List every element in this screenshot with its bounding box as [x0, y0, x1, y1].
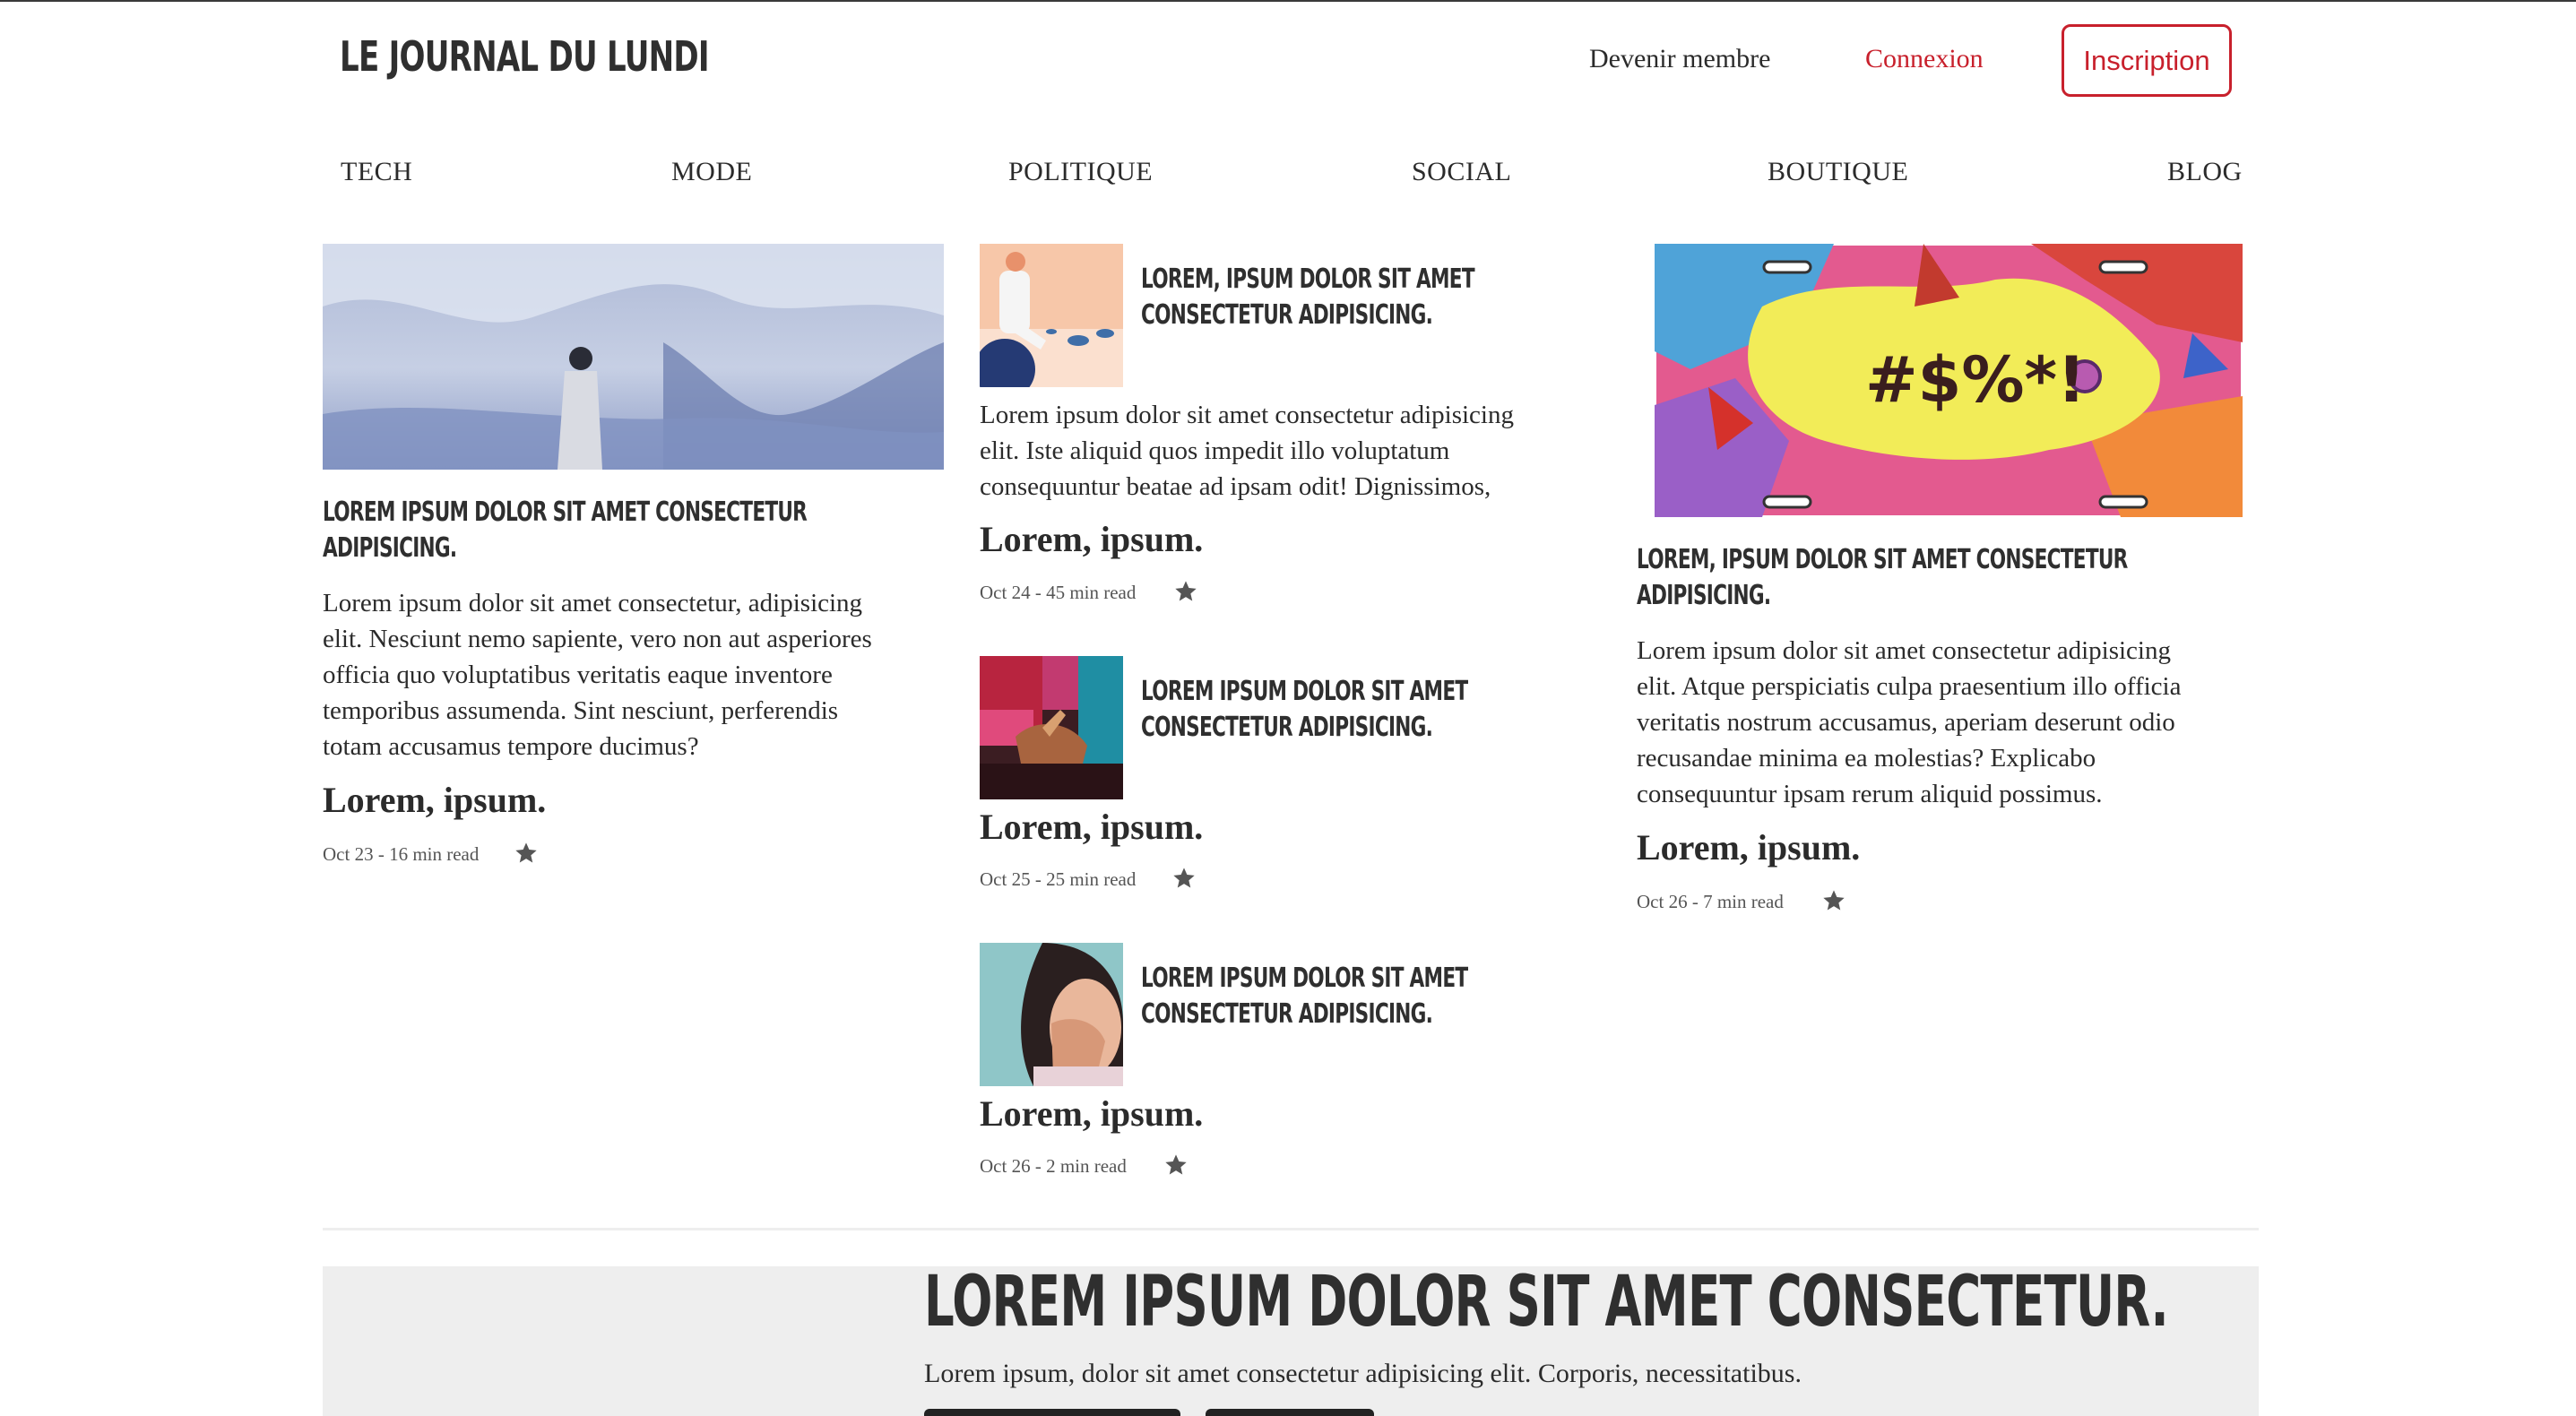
article-lead-right: Lorem, ipsum.: [1637, 827, 1861, 868]
article-lead-mid1: Lorem, ipsum.: [980, 519, 1204, 559]
article-title-left-line2[interactable]: adipisicing.: [323, 531, 457, 566]
bookmark-star-icon[interactable]: [1171, 866, 1197, 891]
article-title-mid1-line1[interactable]: Lorem, ipsum dolor sit amet: [1141, 262, 1475, 298]
promo-subtitle: Lorem ipsum, dolor sit amet consectetur …: [924, 1359, 1802, 1388]
article-title-mid1-line2[interactable]: consectetur adipisicing.: [1141, 298, 1433, 333]
excerpt-line: Lorem ipsum dolor sit amet consectetur a…: [1637, 636, 2171, 665]
top-border: [0, 0, 2576, 2]
excerpt-line: veritatis nostrum accusamus, aperiam des…: [1637, 708, 2175, 737]
article-title-mid3-line1[interactable]: Lorem ipsum dolor sit amet: [1141, 961, 1468, 997]
article-title-mid2-line2[interactable]: consectetur adipisicing.: [1141, 710, 1433, 746]
bookmark-star-icon[interactable]: [1163, 1153, 1189, 1178]
article-lead-mid3: Lorem, ipsum.: [980, 1093, 1204, 1134]
become-member-link[interactable]: Devenir membre: [1589, 41, 1770, 77]
bookmark-star-icon[interactable]: [1173, 579, 1198, 604]
excerpt-line: totam accusamus tempore ducimus?: [323, 732, 699, 761]
nav-item-mode[interactable]: MODE: [671, 154, 752, 190]
signup-button[interactable]: Inscription: [2062, 24, 2232, 97]
promo-title: Lorem ipsum dolor sit amet consectetur.: [924, 1262, 2169, 1343]
article-lead-mid2: Lorem, ipsum.: [980, 807, 1204, 847]
excerpt-line: elit. Atque perspiciatis culpa praesenti…: [1637, 672, 2182, 701]
excerpt-line: temporibus assumenda. Sint nesciunt, per…: [323, 696, 839, 725]
excerpt-line: elit. Iste aliquid quos impedit illo vol…: [980, 436, 1450, 465]
article-thumb-mid2[interactable]: [980, 656, 1123, 799]
article-title-mid3-line2[interactable]: consectetur adipisicing.: [1141, 997, 1433, 1032]
article-title-right-line1[interactable]: Lorem, ipsum dolor sit amet consectetur: [1637, 542, 2128, 578]
plate-text: #$%*!: [1865, 343, 2086, 417]
nav-item-social[interactable]: SOCIAL: [1412, 154, 1511, 190]
article-title-left-line1[interactable]: Lorem ipsum dolor sit amet consectetur: [323, 495, 808, 531]
excerpt-line: Lorem ipsum dolor sit amet consectetur a…: [980, 401, 1514, 429]
promo-secondary-button[interactable]: [1206, 1409, 1374, 1416]
excerpt-line: consequuntur ipsam rerum aliquid possimu…: [1637, 780, 2103, 808]
article-meta-mid1: Oct 24 - 45 min read: [980, 582, 1137, 603]
article-meta-left: Oct 23 - 16 min read: [323, 843, 480, 865]
nav-item-politique[interactable]: POLITIQUE: [1008, 154, 1153, 190]
article-excerpt-right: Lorem ipsum dolor sit amet consectetur a…: [1637, 633, 2282, 812]
excerpt-line: Lorem ipsum dolor sit amet consectetur, …: [323, 589, 863, 617]
article-meta-mid2: Oct 25 - 25 min read: [980, 868, 1137, 890]
excerpt-line: consequuntur beatae ad ipsam odit! Digni…: [980, 472, 1491, 501]
article-thumb-mid1[interactable]: [980, 244, 1123, 387]
excerpt-line: elit. Nesciunt nemo sapiente, vero non a…: [323, 625, 872, 653]
article-excerpt-mid1: Lorem ipsum dolor sit amet consectetur a…: [980, 397, 1625, 505]
article-image-right[interactable]: #$%*!: [1655, 244, 2243, 517]
article-excerpt-left: Lorem ipsum dolor sit amet consectetur, …: [323, 585, 968, 764]
article-meta-right: Oct 26 - 7 min read: [1637, 891, 1784, 912]
article-image-left[interactable]: [323, 244, 944, 470]
nav-item-boutique[interactable]: BOUTIQUE: [1768, 154, 1908, 190]
bookmark-star-icon[interactable]: [1821, 888, 1846, 913]
bookmark-star-icon[interactable]: [514, 841, 539, 866]
login-link[interactable]: Connexion: [1865, 41, 1984, 77]
excerpt-line: recusandae minima ea molestias? Explicab…: [1637, 744, 2096, 773]
article-meta-mid3: Oct 26 - 2 min read: [980, 1155, 1127, 1177]
section-divider: [323, 1228, 2259, 1230]
nav-item-blog[interactable]: BLOG: [2167, 154, 2243, 190]
excerpt-line: officia quo voluptatibus veritatis eaque…: [323, 661, 833, 689]
article-thumb-mid3[interactable]: [980, 943, 1123, 1086]
article-title-mid2-line1[interactable]: Lorem ipsum dolor sit amet: [1141, 674, 1468, 710]
site-logo[interactable]: LE JOURNAL DU LUNDI: [340, 30, 710, 82]
promo-primary-button[interactable]: [924, 1409, 1180, 1416]
article-title-right-line2[interactable]: adipisicing.: [1637, 578, 1771, 614]
article-lead-left: Lorem, ipsum.: [323, 780, 547, 820]
nav-item-tech[interactable]: TECH: [341, 154, 412, 190]
